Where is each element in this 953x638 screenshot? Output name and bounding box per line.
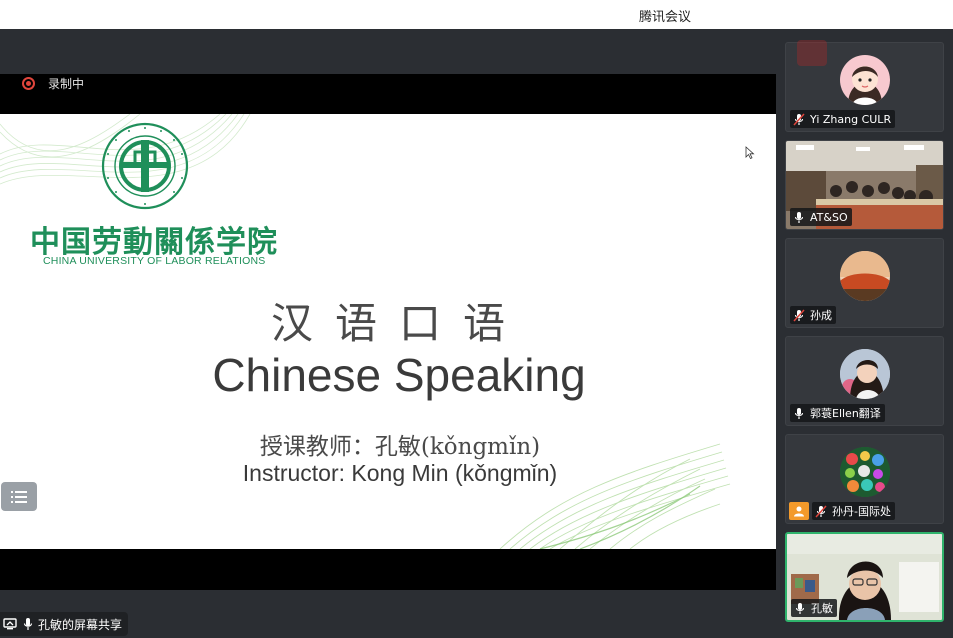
participant-tile[interactable]: 郭蓑Ellen翻译 xyxy=(785,336,944,426)
mic-muted-icon xyxy=(793,112,805,126)
participant-namebar: 孙丹-国际处 xyxy=(812,502,895,520)
top-toolbar xyxy=(0,29,776,74)
participant-tile-active[interactable]: 孔敏 xyxy=(785,532,944,622)
mic-muted-icon xyxy=(815,504,827,518)
colorful-stones-avatar xyxy=(840,447,890,497)
participant-namebar: 孙成 xyxy=(790,306,836,324)
participant-name: 孙成 xyxy=(810,309,832,322)
participant-name: AT&SO xyxy=(810,210,848,224)
list-icon xyxy=(11,490,27,503)
slide-title-cn: 汉语口语 xyxy=(270,299,527,348)
screen-share-label[interactable]: 孔敏的屏幕共享 xyxy=(0,612,129,636)
microphone-icon xyxy=(794,407,804,419)
microphone-icon xyxy=(794,211,804,223)
participant-namebar: 郭蓑Ellen翻译 xyxy=(790,404,885,422)
participant-tile[interactable]: AT&SO xyxy=(785,140,944,230)
participant-name: 孔敏 xyxy=(811,602,833,615)
participant-name: 郭蓑Ellen翻译 xyxy=(810,407,881,420)
woman-photo-avatar xyxy=(840,349,890,399)
participant-name: Yi Zhang CULR xyxy=(810,112,892,126)
instructor-cn: 授课教师：孔敏(kǒngmǐn) xyxy=(259,434,541,460)
participant-name: 孙丹-国际处 xyxy=(832,505,891,518)
title-bar: 腾讯会议 xyxy=(0,0,953,29)
participant-namebar: Yi Zhang CULR xyxy=(790,110,896,128)
mic-muted-icon xyxy=(793,308,805,322)
university-emblem-icon xyxy=(101,122,189,210)
participant-namebar: 孔敏 xyxy=(791,599,837,617)
microphone-icon xyxy=(795,602,805,614)
instructor-en: Instructor: Kong Min (kǒngmǐn) xyxy=(242,460,558,486)
participant-tile[interactable]: 孙成 xyxy=(785,238,944,328)
participant-tile[interactable]: 孙丹-国际处 xyxy=(785,434,944,524)
recording-indicator[interactable]: 录制中 xyxy=(22,76,85,91)
microphone-icon xyxy=(23,618,33,630)
recording-label: 录制中 xyxy=(48,76,85,91)
search-icon xyxy=(797,40,827,66)
host-user-icon xyxy=(789,502,809,520)
record-icon xyxy=(22,76,35,90)
mouse-cursor-icon xyxy=(745,146,755,160)
list-menu-button[interactable] xyxy=(1,482,37,511)
cartoon-girl-avatar xyxy=(840,55,890,105)
screen-share-owner: 孔敏的屏幕共享 xyxy=(38,617,123,632)
shared-slide: 中国劳動關係学院 CHINA UNIVERSITY OF LABOR RELAT… xyxy=(0,114,776,549)
participant-namebar: AT&SO xyxy=(790,208,852,226)
slide-title-en: Chinese Speaking xyxy=(212,349,586,401)
university-name-en: CHINA UNIVERSITY OF LABOR RELATIONS xyxy=(43,255,266,267)
rock-landscape-avatar xyxy=(840,251,890,301)
window-title: 腾讯会议 xyxy=(638,10,691,25)
screen-share-icon xyxy=(3,618,17,630)
